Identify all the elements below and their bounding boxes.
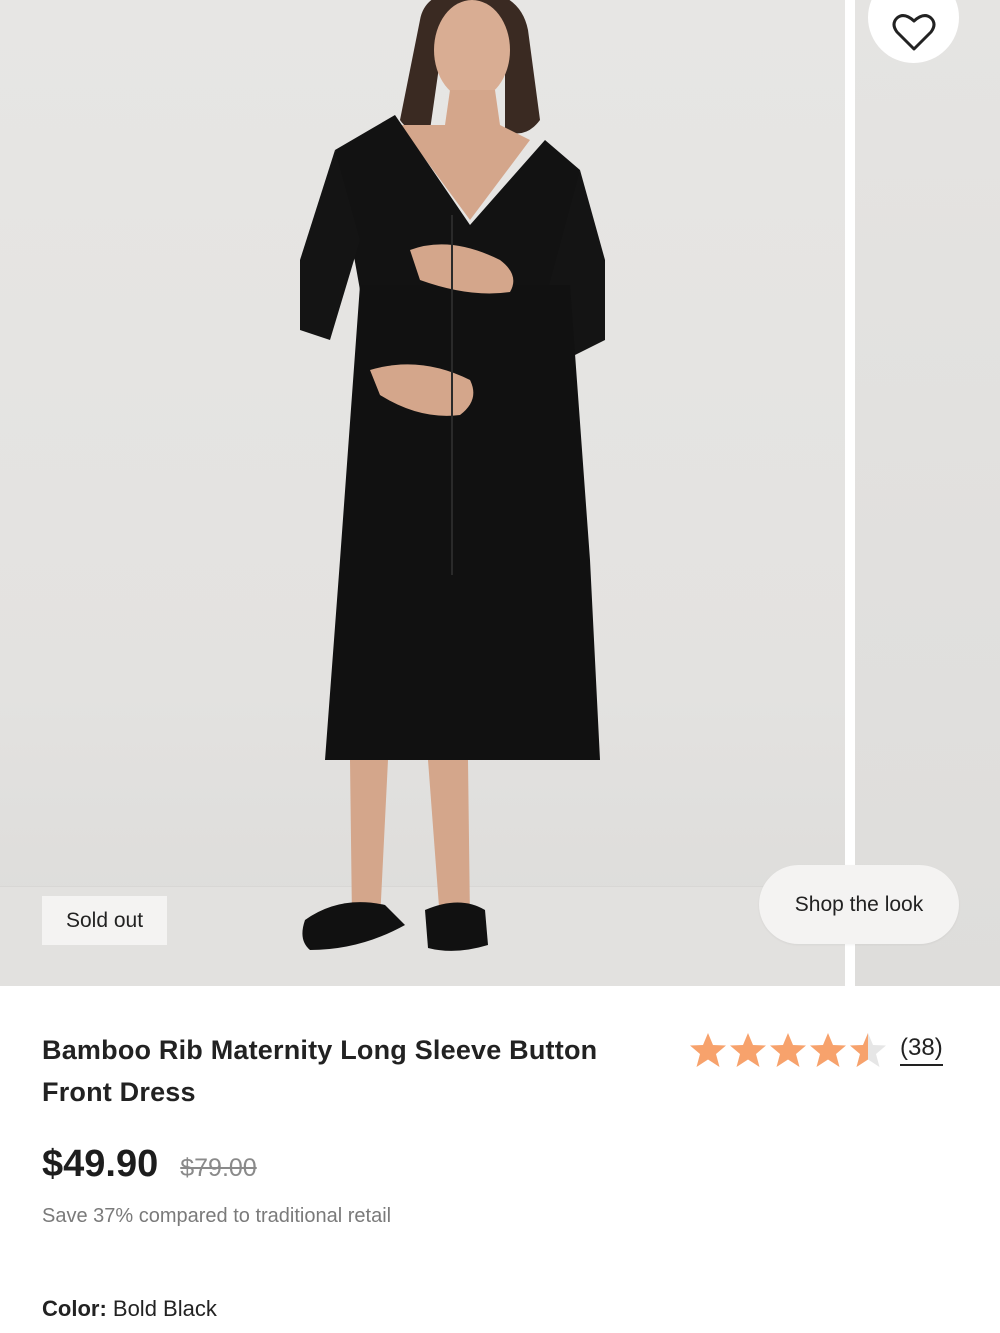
review-count-link[interactable]: (38): [900, 1034, 943, 1066]
star-full-icon: [770, 1033, 806, 1067]
product-title: Bamboo Rib Maternity Long Sleeve Button …: [42, 1035, 598, 1107]
color-selection: Color: Bold Black: [42, 1296, 217, 1322]
heart-outline-icon: [892, 13, 935, 50]
star-half-icon: [850, 1033, 886, 1067]
model-photo: [300, 0, 605, 951]
star-full-icon: [810, 1033, 846, 1067]
product-rating[interactable]: (38): [688, 1030, 943, 1070]
color-value: Bold Black: [112, 1296, 217, 1321]
price-row: $49.90 $79.00: [42, 1143, 257, 1186]
product-image-gallery[interactable]: Sold out Shop the look: [0, 0, 1000, 986]
savings-text: Save 37% compared to traditional retail: [42, 1205, 392, 1227]
star-full-icon: [690, 1033, 726, 1067]
product-image-main[interactable]: [0, 0, 845, 986]
color-label: Color:: [42, 1296, 107, 1321]
shop-the-look-button[interactable]: Shop the look: [759, 865, 959, 944]
sale-price: $49.90: [42, 1143, 159, 1185]
star-full-icon: [730, 1033, 766, 1067]
product-image-next[interactable]: [855, 0, 1000, 986]
rating-stars: [688, 1030, 888, 1070]
original-price: $79.00: [180, 1154, 257, 1182]
sold-out-badge: Sold out: [42, 896, 167, 945]
